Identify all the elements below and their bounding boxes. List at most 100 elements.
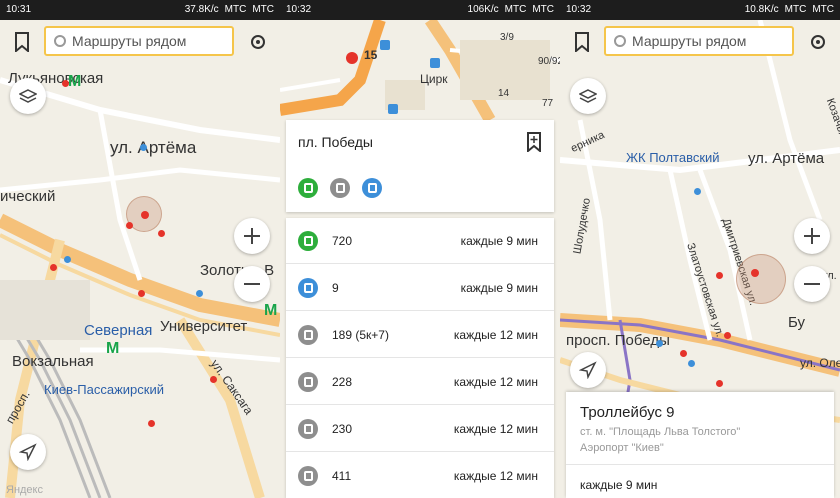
zoom-in-button[interactable] [794, 218, 830, 254]
route-number: 9 [332, 280, 339, 295]
navigation-arrow-icon [579, 361, 597, 379]
map[interactable]: Цирк 15 3/9 90/92 14 77 [280, 20, 560, 120]
stop-dot[interactable] [140, 144, 147, 151]
status-carrier-2: МТС [812, 4, 834, 15]
stop-dot[interactable] [656, 340, 663, 347]
stop-dot[interactable] [694, 188, 701, 195]
stop-dot[interactable] [680, 350, 687, 357]
building-number: 3/9 [500, 32, 514, 43]
stop-dot[interactable] [688, 360, 695, 367]
route-row[interactable]: 228 каждые 12 мин [286, 359, 554, 405]
routes-list: 720 каждые 9 мин 9 каждые 9 мин 189 (5к+… [286, 218, 554, 498]
map-label: Северная [84, 322, 153, 339]
bookmark-button[interactable] [8, 28, 36, 56]
trolleybus-icon [362, 178, 382, 198]
stop-dot[interactable] [716, 272, 723, 279]
bookmark-icon [15, 32, 29, 52]
map-label: Университет [160, 318, 248, 335]
bus-icon [330, 178, 350, 198]
map-label: Вокзальная [12, 353, 94, 370]
route-row[interactable]: 9 каждые 9 мин [286, 265, 554, 311]
trolleybus-icon [298, 277, 318, 298]
route-number: 228 [332, 374, 353, 389]
route-frequency: каждые 9 мин [460, 233, 538, 248]
route-row[interactable]: 720 каждые 9 мин [286, 218, 554, 264]
status-time: 10:32 [286, 4, 312, 15]
route-to: Аэропорт "Киев" [580, 442, 664, 454]
bookmark-icon [575, 32, 589, 52]
minus-icon [244, 283, 260, 285]
map-label: ический [0, 188, 56, 205]
building-number: 14 [498, 88, 510, 99]
top-bar: Маршруты рядом [560, 24, 840, 60]
layers-button[interactable] [10, 78, 46, 114]
bookmark-button[interactable] [568, 28, 596, 56]
my-location-button[interactable] [10, 434, 46, 470]
settings-button[interactable] [804, 28, 832, 56]
route-info-card[interactable]: Троллейбус 9 ст. м. "Площадь Льва Толсто… [566, 392, 834, 498]
status-time: 10:31 [6, 4, 32, 15]
route-number: 720 [332, 233, 353, 248]
zoom-out-button[interactable] [794, 266, 830, 302]
stop-dot[interactable] [210, 376, 217, 383]
bus-icon [298, 324, 318, 345]
search-placeholder: Маршруты рядом [632, 33, 747, 49]
route-frequency: каждые 9 мин [580, 478, 658, 492]
status-speed: 10.8K/c [744, 4, 779, 15]
transport-types [298, 178, 382, 198]
stop-dot[interactable] [64, 256, 71, 263]
status-bar: 10:32 10.8K/c МТС МТС [560, 0, 840, 20]
metro-icon: M [264, 302, 278, 319]
metro-icon: M [68, 73, 82, 90]
metro-icon: M [106, 340, 120, 357]
bus-icon [298, 178, 318, 198]
stop-name: пл. Победы [298, 134, 373, 150]
map-label: Бу [788, 314, 806, 331]
stop-dot[interactable] [346, 52, 358, 64]
status-bar: 10:32 106K/c МТС МТС [280, 0, 560, 20]
route-title: Троллейбус 9 [580, 404, 675, 421]
bus-icon [298, 465, 318, 486]
stop-dot[interactable] [388, 104, 398, 114]
stop-dot[interactable] [380, 40, 390, 50]
status-carrier-1: МТС [784, 4, 807, 15]
search-icon [614, 35, 626, 47]
add-bookmark-button[interactable] [520, 128, 548, 156]
stop-dot[interactable] [158, 230, 165, 237]
minus-icon [804, 283, 820, 285]
zoom-in-button[interactable] [234, 218, 270, 254]
stop-dot[interactable] [716, 380, 723, 387]
screen-map-nearby-1: 10:31 37.8K/c МТС МТС Лукьяновская ул. А… [0, 0, 280, 498]
status-carrier-1: МТС [504, 4, 527, 15]
search-input[interactable]: Маршруты рядом [44, 26, 234, 56]
building-number: 77 [542, 98, 554, 109]
stop-dot[interactable] [196, 290, 203, 297]
my-location-button[interactable] [570, 352, 606, 388]
status-bar: 10:31 37.8K/c МТС МТС [0, 0, 280, 20]
route-from: ст. м. "Площадь Льва Толстого" [580, 426, 741, 438]
route-row[interactable]: 230 каждые 12 мин [286, 406, 554, 452]
search-placeholder: Маршруты рядом [72, 33, 187, 49]
stop-dot[interactable] [62, 80, 69, 87]
building-number: 90/92 [538, 56, 560, 67]
status-time: 10:32 [566, 4, 592, 15]
gear-icon [811, 35, 825, 49]
search-input[interactable]: Маршруты рядом [604, 26, 794, 56]
top-bar: Маршруты рядом [0, 24, 280, 60]
stop-dot[interactable] [430, 58, 440, 68]
settings-button[interactable] [244, 28, 272, 56]
bookmark-plus-icon [527, 132, 541, 152]
search-icon [54, 35, 66, 47]
stop-dot[interactable] [148, 420, 155, 427]
map-label: ул. Артёма [110, 138, 197, 157]
route-row[interactable]: 411 каждые 12 мин [286, 453, 554, 498]
stop-dot[interactable] [126, 222, 133, 229]
zoom-out-button[interactable] [234, 266, 270, 302]
route-row[interactable]: 189 (5к+7) каждые 12 мин [286, 312, 554, 358]
bus-icon [298, 230, 318, 251]
divider [566, 464, 834, 465]
stop-dot[interactable] [50, 264, 57, 271]
stop-dot[interactable] [138, 290, 145, 297]
layers-button[interactable] [570, 78, 606, 114]
stop-dot[interactable] [724, 332, 731, 339]
